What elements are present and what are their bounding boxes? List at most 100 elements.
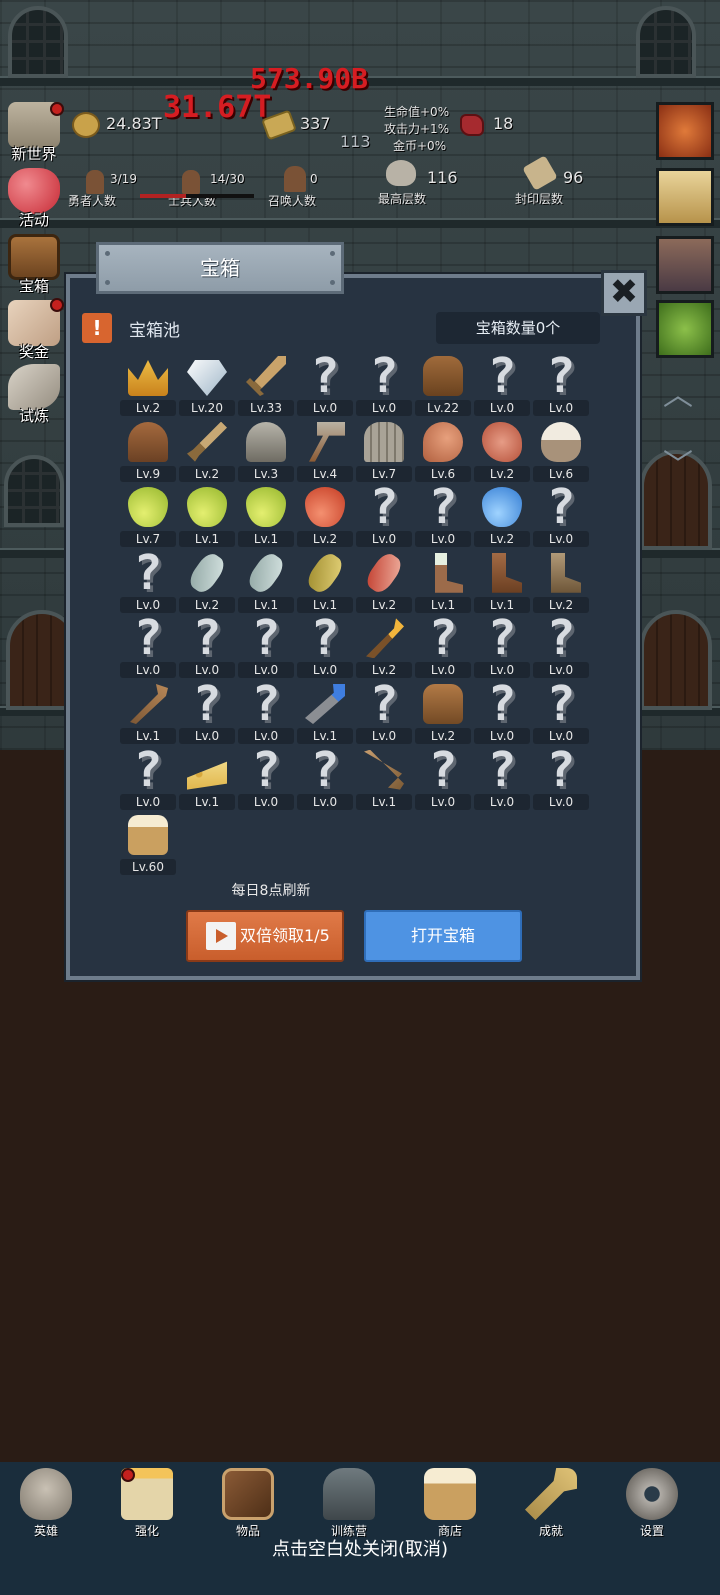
scroll-up-icon[interactable]: ︿ (658, 370, 698, 413)
item-slot[interactable]: Lv.33 (236, 352, 296, 418)
item-slot[interactable]: Lv.2 (295, 483, 355, 549)
meat-amount: 18 (493, 114, 514, 133)
steak-icon (482, 421, 522, 462)
item-slot[interactable]: Lv.2 (472, 418, 532, 484)
side-button-new-world[interactable]: 新世界 (4, 100, 64, 163)
item-slot[interactable]: ? Lv.0 (295, 746, 355, 812)
item-slot[interactable]: Lv.2 (472, 483, 532, 549)
item-slot[interactable]: Lv.20 (177, 352, 237, 418)
unknown-item-icon: ? (487, 610, 517, 667)
item-slot[interactable]: Lv.1 (472, 549, 532, 615)
nav-item[interactable]: 英雄 (6, 1462, 86, 1542)
item-slot[interactable]: Lv.6 (413, 418, 473, 484)
item-slot[interactable]: Lv.1 (295, 549, 355, 615)
item-slot[interactable]: ? Lv.0 (531, 352, 591, 418)
item-slot[interactable]: ? Lv.0 (413, 614, 473, 680)
item-slot[interactable]: ? Lv.0 (413, 483, 473, 549)
nav-item[interactable]: 成就 (511, 1462, 591, 1542)
floor-ledge (0, 218, 720, 228)
item-slot[interactable]: Lv.1 (413, 549, 473, 615)
item-slot[interactable]: Lv.1 (236, 483, 296, 549)
item-slot[interactable]: Lv.1 (236, 549, 296, 615)
item-slot[interactable]: Lv.3 (236, 418, 296, 484)
side-button-bonus[interactable]: 奖金 (4, 298, 64, 361)
video-icon (206, 922, 236, 950)
item-slot[interactable]: ? Lv.0 (531, 680, 591, 746)
item-slot[interactable]: Lv.2 (354, 614, 414, 680)
item-level: Lv.0 (297, 400, 353, 416)
item-slot[interactable]: ? Lv.0 (177, 680, 237, 746)
item-slot[interactable]: Lv.60 (118, 811, 178, 877)
nav-item[interactable]: 商店 (410, 1462, 490, 1542)
item-slot[interactable]: Lv.2 (177, 418, 237, 484)
item-slot[interactable]: ? Lv.0 (472, 680, 532, 746)
item-slot[interactable]: Lv.2 (118, 352, 178, 418)
item-slot[interactable]: Lv.7 (354, 418, 414, 484)
notification-dot (121, 1468, 135, 1482)
item-slot[interactable]: Lv.2 (413, 680, 473, 746)
item-slot[interactable]: Lv.1 (177, 483, 237, 549)
item-slot[interactable]: ? Lv.0 (472, 614, 532, 680)
item-level: Lv.4 (297, 465, 353, 482)
item-level: Lv.0 (356, 400, 412, 416)
notification-dot (50, 102, 64, 116)
item-slot[interactable]: ? Lv.0 (413, 746, 473, 812)
open-chest-button[interactable]: 打开宝箱 (364, 910, 522, 962)
nav-item[interactable]: 物品 (208, 1462, 288, 1542)
item-slot[interactable]: Lv.9 (118, 418, 178, 484)
scroll-slot[interactable] (656, 236, 714, 294)
item-slot[interactable]: Lv.22 (413, 352, 473, 418)
nav-item[interactable]: 训练营 (309, 1462, 389, 1542)
close-hint[interactable]: 点击空白处关闭(取消) (0, 1535, 720, 1561)
nav-item[interactable]: 设置 (612, 1462, 692, 1542)
slime-slot[interactable] (656, 300, 714, 358)
item-slot[interactable]: ? Lv.0 (531, 483, 591, 549)
close-button[interactable]: ✖ (601, 270, 647, 316)
item-slot[interactable]: ? Lv.0 (354, 680, 414, 746)
item-level: Lv.1 (179, 531, 235, 548)
unknown-item-icon: ? (487, 741, 517, 798)
item-slot[interactable]: ? Lv.0 (236, 746, 296, 812)
dungeon-window (8, 6, 68, 78)
item-slot[interactable]: Lv.1 (118, 680, 178, 746)
bow-icon (364, 749, 404, 790)
item-slot[interactable]: ? Lv.0 (472, 746, 532, 812)
item-slot[interactable]: ? Lv.0 (236, 680, 296, 746)
side-button-trial[interactable]: 试炼 (4, 362, 64, 425)
item-slot[interactable]: Lv.1 (354, 746, 414, 812)
nav-item[interactable]: 强化 (107, 1462, 187, 1542)
item-slot[interactable]: Lv.2 (177, 549, 237, 615)
item-slot[interactable]: Lv.7 (118, 483, 178, 549)
item-slot[interactable]: ? Lv.0 (118, 549, 178, 615)
item-slot[interactable]: ? Lv.0 (531, 746, 591, 812)
pumpkin-slot[interactable] (656, 102, 714, 160)
item-slot[interactable]: ? Lv.0 (531, 614, 591, 680)
item-slot[interactable]: ? Lv.0 (295, 614, 355, 680)
item-slot[interactable]: ? Lv.0 (236, 614, 296, 680)
side-button-events[interactable]: 活动 (4, 166, 64, 229)
double-claim-button[interactable]: 双倍领取1/5 (186, 910, 344, 962)
item-slot[interactable]: Lv.6 (531, 418, 591, 484)
item-slot[interactable]: ? Lv.0 (177, 614, 237, 680)
item-slot[interactable]: ? Lv.0 (354, 483, 414, 549)
item-slot[interactable]: ? Lv.0 (354, 352, 414, 418)
item-slot[interactable]: ? Lv.0 (472, 352, 532, 418)
soldier-progress-fill (140, 194, 186, 198)
book-icon (222, 1468, 274, 1520)
scroll-down-icon[interactable]: ﹀ (658, 440, 698, 483)
item-slot[interactable]: ? Lv.0 (118, 746, 178, 812)
item-slot[interactable]: Lv.1 (295, 680, 355, 746)
item-slot[interactable]: ? Lv.0 (295, 352, 355, 418)
item-level: Lv.0 (533, 400, 589, 416)
side-button-chest[interactable]: 宝箱 (4, 232, 64, 295)
unknown-item-icon: ? (546, 741, 576, 798)
item-slot[interactable]: Lv.2 (531, 549, 591, 615)
candle-slot[interactable] (656, 168, 714, 226)
hero-icon (86, 170, 104, 194)
item-slot[interactable]: Lv.4 (295, 418, 355, 484)
item-slot[interactable]: ? Lv.0 (118, 614, 178, 680)
item-slot[interactable]: Lv.1 (177, 746, 237, 812)
item-slot[interactable]: Lv.2 (354, 549, 414, 615)
exclamation-icon[interactable]: ! (82, 313, 112, 343)
item-level: Lv.1 (238, 531, 294, 548)
